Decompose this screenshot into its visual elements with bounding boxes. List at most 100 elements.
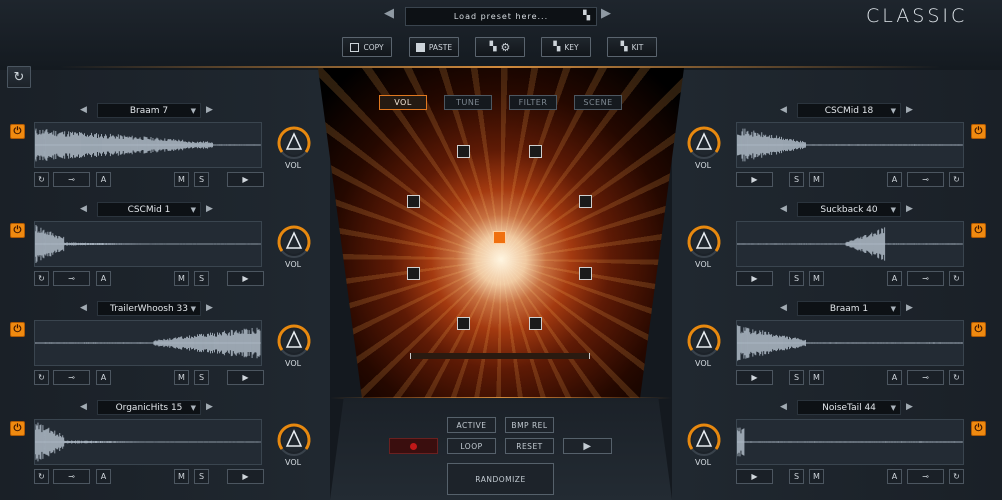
tab-tune[interactable]: TUNE [444,95,492,110]
a-button[interactable]: A [96,172,111,187]
volume-knob[interactable] [275,322,313,360]
sample-next-arrow[interactable]: ▶ [206,402,213,412]
mute-button[interactable]: M [809,469,824,484]
edit-button[interactable]: ⊸ [907,172,944,187]
pad-node[interactable] [529,317,542,330]
solo-button[interactable]: S [789,271,804,286]
a-button[interactable]: A [96,271,111,286]
pad-node[interactable] [579,267,592,280]
waveform-display[interactable] [736,419,964,465]
edit-button[interactable]: ⊸ [907,271,944,286]
position-slider[interactable] [410,353,590,359]
preview-play-button[interactable]: ▶ [736,370,773,385]
refresh-button[interactable]: ↻ [34,271,49,286]
volume-knob[interactable] [275,421,313,459]
sample-prev-arrow[interactable]: ◀ [780,105,787,115]
reset-button[interactable]: RESET [505,438,554,454]
pad-node[interactable] [407,267,420,280]
randomize-button[interactable]: RANDOMIZE [447,463,554,495]
tab-scene[interactable]: SCENE [574,95,622,110]
sample-next-arrow[interactable]: ▶ [906,204,913,214]
mute-button[interactable]: M [174,370,189,385]
volume-knob[interactable] [275,124,313,162]
solo-button[interactable]: S [789,172,804,187]
copy-button[interactable]: COPY [342,37,392,57]
pad-node[interactable] [579,195,592,208]
pad-node[interactable] [457,317,470,330]
sample-prev-arrow[interactable]: ◀ [80,402,87,412]
refresh-button[interactable]: ↻ [34,370,49,385]
refresh-button[interactable]: ↻ [949,271,964,286]
volume-knob[interactable] [685,124,723,162]
mute-button[interactable]: M [809,370,824,385]
loop-button[interactable]: LOOP [447,438,496,454]
sample-selector[interactable]: CSCMid 1 ▼ [97,202,201,217]
pad-node[interactable] [407,195,420,208]
power-button[interactable]: ⏻ [10,124,25,139]
power-button[interactable]: ⏻ [10,421,25,436]
preview-play-button[interactable]: ▶ [227,469,264,484]
settings-button[interactable]: ▚ ⚙ [475,37,525,57]
waveform-display[interactable] [34,419,262,465]
volume-knob[interactable] [685,421,723,459]
solo-button[interactable]: S [194,271,209,286]
key-button[interactable]: ▚ KEY [541,37,591,57]
preview-play-button[interactable]: ▶ [736,271,773,286]
waveform-display[interactable] [736,320,964,366]
power-button[interactable]: ⏻ [10,322,25,337]
preset-selector[interactable]: Load preset here... ▚ [405,7,597,26]
sample-next-arrow[interactable]: ▶ [906,303,913,313]
solo-button[interactable]: S [789,469,804,484]
sample-selector[interactable]: TrailerWhoosh 33 ▼ [97,301,201,316]
mute-button[interactable]: M [174,469,189,484]
power-button[interactable]: ⏻ [971,124,986,139]
a-button[interactable]: A [887,370,902,385]
sample-selector[interactable]: Braam 1 ▼ [797,301,901,316]
solo-button[interactable]: S [194,172,209,187]
sample-next-arrow[interactable]: ▶ [206,105,213,115]
preview-play-button[interactable]: ▶ [736,172,773,187]
refresh-button[interactable]: ↻ [34,469,49,484]
a-button[interactable]: A [887,469,902,484]
sample-next-arrow[interactable]: ▶ [906,105,913,115]
preset-prev-arrow[interactable]: ◀ [384,6,394,21]
volume-knob[interactable] [685,223,723,261]
sample-prev-arrow[interactable]: ◀ [780,402,787,412]
play-button[interactable]: ▶ [563,438,612,454]
pad-node[interactable] [529,145,542,158]
bmp-rel-button[interactable]: BMP REL [505,417,554,433]
pad-node[interactable] [457,145,470,158]
preview-play-button[interactable]: ▶ [227,271,264,286]
power-button[interactable]: ⏻ [971,421,986,436]
sample-selector[interactable]: CSCMid 18 ▼ [797,103,901,118]
solo-button[interactable]: S [789,370,804,385]
sample-selector[interactable]: Suckback 40 ▼ [797,202,901,217]
power-button[interactable]: ⏻ [971,322,986,337]
sample-prev-arrow[interactable]: ◀ [780,303,787,313]
mute-button[interactable]: M [174,271,189,286]
edit-button[interactable]: ⊸ [907,370,944,385]
edit-button[interactable]: ⊸ [53,370,90,385]
grid-icon[interactable]: ▚ [583,11,591,21]
sample-prev-arrow[interactable]: ◀ [780,204,787,214]
a-button[interactable]: A [96,469,111,484]
refresh-button[interactable]: ↻ [949,469,964,484]
waveform-display[interactable] [34,221,262,267]
sample-next-arrow[interactable]: ▶ [206,204,213,214]
edit-button[interactable]: ⊸ [53,271,90,286]
kit-button[interactable]: ▚ KIT [607,37,657,57]
pad-node-active[interactable] [493,231,506,244]
a-button[interactable]: A [96,370,111,385]
preset-next-arrow[interactable]: ▶ [601,6,611,21]
sample-prev-arrow[interactable]: ◀ [80,105,87,115]
active-button[interactable]: ACTIVE [447,417,496,433]
power-button[interactable]: ⏻ [10,223,25,238]
sample-next-arrow[interactable]: ▶ [206,303,213,313]
mute-button[interactable]: M [809,172,824,187]
volume-knob[interactable] [685,322,723,360]
mute-button[interactable]: M [809,271,824,286]
preview-play-button[interactable]: ▶ [736,469,773,484]
preview-play-button[interactable]: ▶ [227,172,264,187]
solo-button[interactable]: S [194,370,209,385]
sample-next-arrow[interactable]: ▶ [906,402,913,412]
